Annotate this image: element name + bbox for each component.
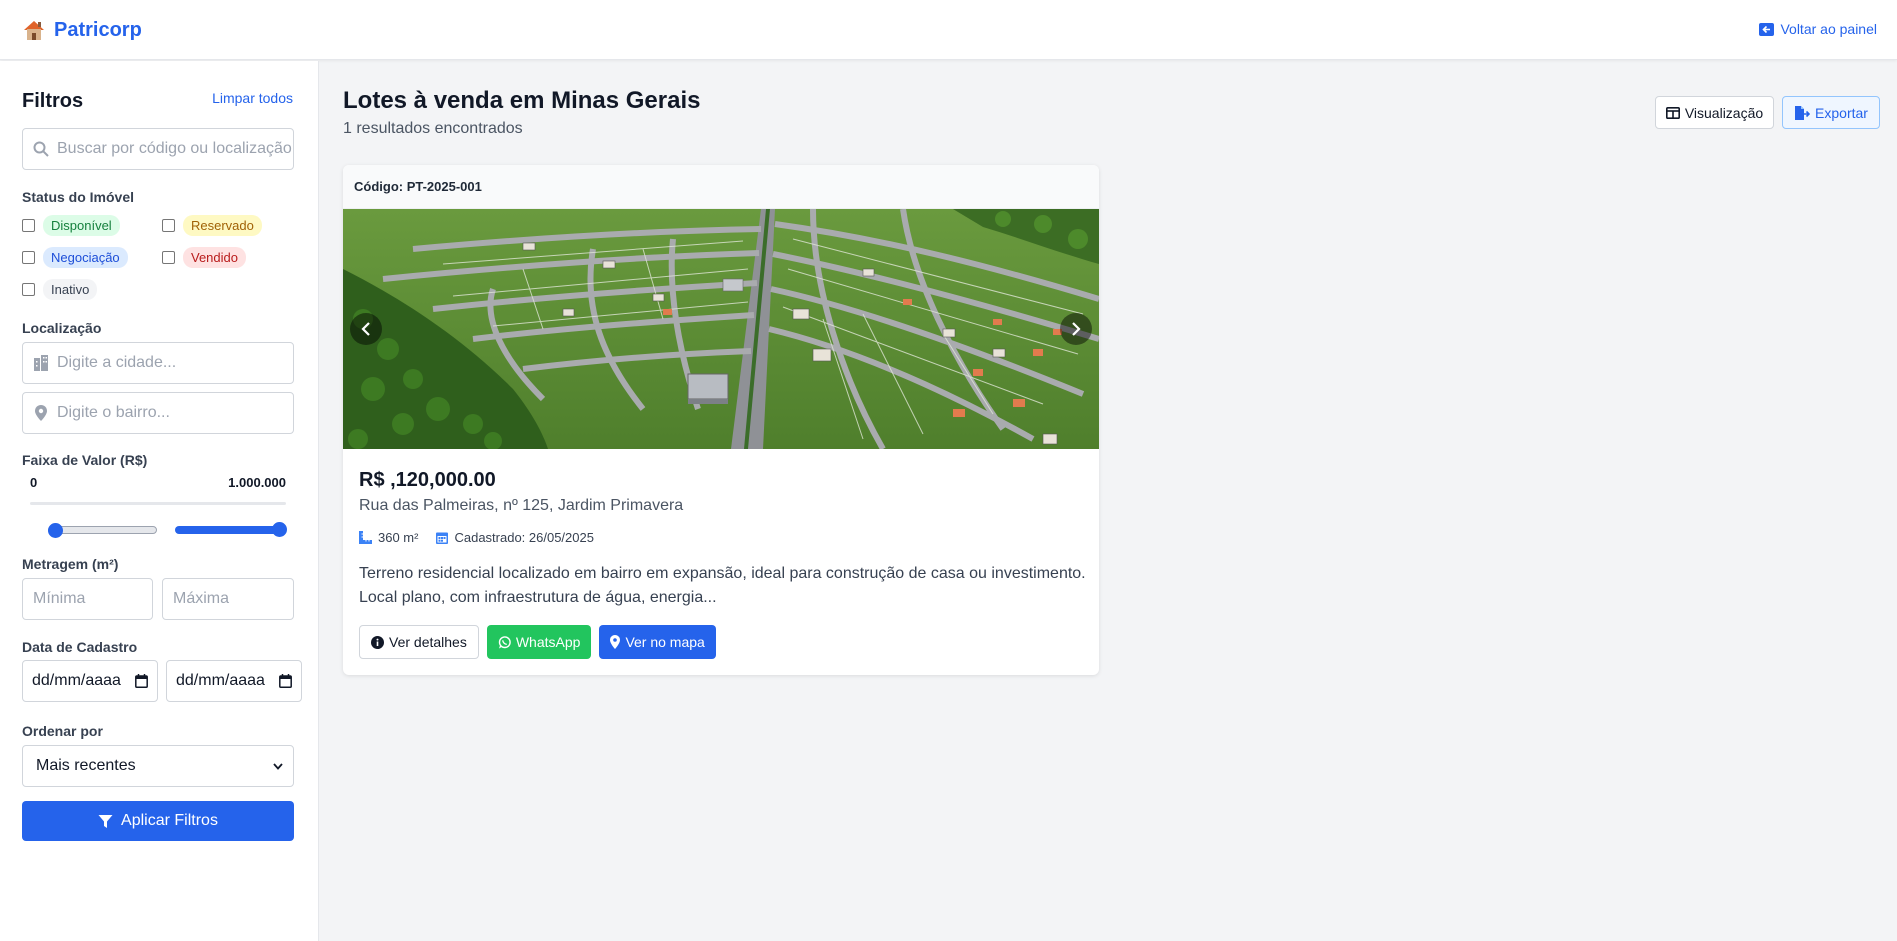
building-icon <box>34 355 48 371</box>
aerial-subdivision-photo <box>343 209 1099 449</box>
calendar-icon <box>279 674 292 688</box>
listing-photo-carousel[interactable] <box>343 209 1099 449</box>
apply-filters-label: Aplicar Filtros <box>121 812 218 829</box>
slider-handle[interactable] <box>48 523 63 538</box>
view-on-map-button[interactable]: Ver no mapa <box>599 625 716 659</box>
calendar-icon <box>135 674 148 688</box>
status-badge: Disponível <box>43 215 120 236</box>
house-icon <box>24 21 44 40</box>
filter-icon <box>98 814 113 828</box>
page-title: Lotes à venda em Minas Gerais <box>343 87 701 114</box>
back-icon <box>1759 22 1775 36</box>
date-to-value: dd/mm/aaaa <box>176 672 265 689</box>
status-option-reservado[interactable]: Reservado <box>162 215 262 236</box>
chevron-right-icon <box>1072 322 1081 336</box>
price-max-value: 1.000.000 <box>228 475 286 490</box>
listing-registered-date: Cadastrado: 26/05/2025 <box>454 530 594 545</box>
info-icon <box>371 635 384 649</box>
date-from-value: dd/mm/aaaa <box>32 672 121 689</box>
price-max-slider[interactable] <box>175 522 287 537</box>
listing-area: 360 m² <box>378 530 419 545</box>
view-label: Visualização <box>1684 104 1764 121</box>
export-icon <box>1795 105 1811 120</box>
map-pin-icon <box>35 405 47 421</box>
location-label: Localização <box>22 320 102 336</box>
sort-value: Mais recentes <box>36 757 136 774</box>
carousel-next-button[interactable] <box>1060 313 1092 345</box>
search-input[interactable] <box>49 140 293 158</box>
brand[interactable]: Patricorp <box>22 18 142 42</box>
listing-card: Código: PT-2025-001 R$ ,120,000.00 Rua d… <box>343 165 1099 675</box>
whatsapp-icon <box>498 635 511 648</box>
checkbox[interactable] <box>162 219 175 232</box>
status-option-negociacao[interactable]: Negociação <box>22 247 128 268</box>
registration-date-label: Data de Cadastro <box>22 639 138 655</box>
listing-meta: 360 m² Cadastrado: 26/05/2025 <box>359 530 594 545</box>
export-button[interactable]: Exportar <box>1782 96 1880 129</box>
status-badge: Negociação <box>43 247 128 268</box>
ruler-icon <box>359 531 372 544</box>
date-from-input[interactable]: dd/mm/aaaa <box>22 660 158 702</box>
price-min-slider[interactable] <box>48 523 157 538</box>
search-icon <box>33 141 49 157</box>
city-input[interactable] <box>49 354 293 372</box>
chevron-left-icon <box>361 322 370 336</box>
slider-handle[interactable] <box>272 522 287 537</box>
listing-code-header: Código: PT-2025-001 <box>343 165 1099 209</box>
status-option-disponivel[interactable]: Disponível <box>22 215 120 236</box>
view-details-label: Ver detalhes <box>389 634 467 650</box>
filters-sidebar: Filtros Limpar todos Status do Imóvel Di… <box>0 61 319 941</box>
chevron-down-icon <box>273 762 283 770</box>
whatsapp-label: WhatsApp <box>515 634 581 650</box>
area-max-input[interactable]: Máxima <box>162 578 294 620</box>
brand-name: Patricorp <box>54 18 142 41</box>
city-field[interactable] <box>22 342 294 384</box>
table-icon <box>1665 106 1680 119</box>
sort-select[interactable]: Mais recentes <box>22 745 294 787</box>
price-range-track <box>30 502 286 505</box>
whatsapp-button[interactable]: WhatsApp <box>486 625 592 659</box>
search-field[interactable] <box>22 128 294 170</box>
price-range-label: Faixa de Valor (R$) <box>22 452 148 468</box>
view-on-map-label: Ver no mapa <box>625 634 705 650</box>
export-label: Exportar <box>1815 104 1868 121</box>
view-details-button[interactable]: Ver detalhes <box>359 625 479 659</box>
status-label: Status do Imóvel <box>22 189 135 205</box>
date-to-input[interactable]: dd/mm/aaaa <box>166 660 302 702</box>
listing-description: Terreno residencial localizado em bairro… <box>359 565 1086 606</box>
carousel-prev-button[interactable] <box>350 313 382 345</box>
price-range-values: 0 1.000.000 <box>30 475 286 490</box>
status-badge: Reservado <box>183 215 262 236</box>
clear-all-link[interactable]: Limpar todos <box>212 90 293 106</box>
apply-filters-button[interactable]: Aplicar Filtros <box>22 801 294 841</box>
results-count: 1 resultados encontrados <box>343 120 523 137</box>
listing-price: R$ ,120,000.00 <box>359 469 496 491</box>
price-min-value: 0 <box>30 475 38 490</box>
sort-label: Ordenar por <box>22 723 103 739</box>
back-label: Voltar ao painel <box>1780 21 1877 37</box>
status-option-inativo[interactable]: Inativo <box>22 279 98 300</box>
listing-actions: Ver detalhes WhatsApp Ver no mapa <box>359 625 716 659</box>
checkbox[interactable] <box>22 251 35 264</box>
listing-address: Rua das Palmeiras, nº 125, Jardim Primav… <box>359 497 684 514</box>
listing-code: Código: PT-2025-001 <box>354 179 482 194</box>
filters-title: Filtros <box>22 90 84 112</box>
area-min-input[interactable]: Mínima <box>22 578 153 620</box>
map-pin-icon <box>610 635 621 649</box>
status-badge: Vendido <box>183 247 246 268</box>
area-label: Metragem (m²) <box>22 556 119 572</box>
status-badge: Inativo <box>43 279 98 300</box>
checkbox[interactable] <box>22 283 35 296</box>
checkbox[interactable] <box>22 219 35 232</box>
status-option-vendido[interactable]: Vendido <box>162 247 246 268</box>
top-navbar: Patricorp Voltar ao painel <box>0 0 1897 60</box>
checkbox[interactable] <box>162 251 175 264</box>
back-to-dashboard-link[interactable]: Voltar ao painel <box>1759 21 1877 37</box>
calendar-icon <box>436 532 449 544</box>
district-input[interactable] <box>49 404 293 422</box>
district-field[interactable] <box>22 392 294 434</box>
view-toggle-button[interactable]: Visualização <box>1655 96 1774 129</box>
